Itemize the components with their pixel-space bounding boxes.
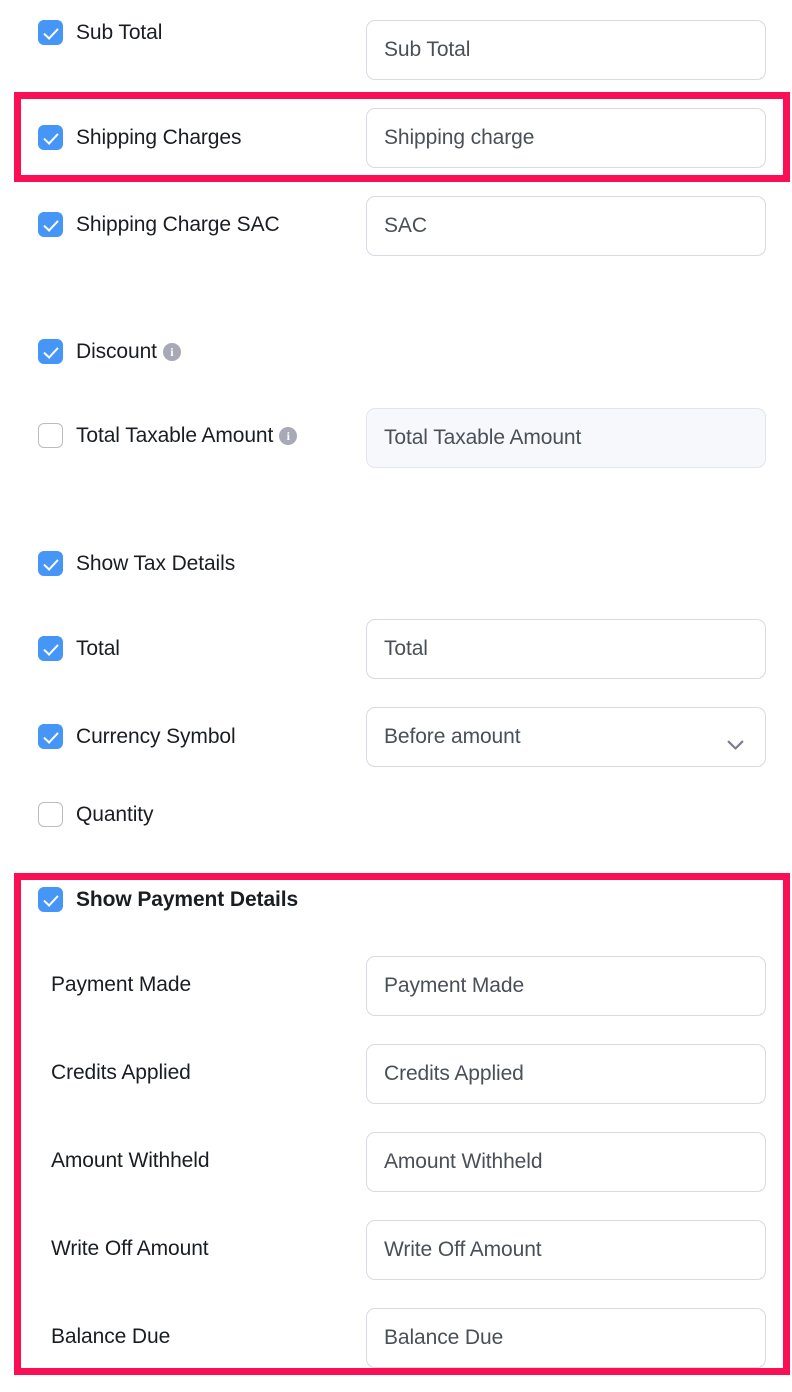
row-label-column: Payment Made <box>0 970 330 1000</box>
select-currency-symbol[interactable]: Before amount <box>366 707 766 767</box>
checkbox-total[interactable] <box>38 636 63 661</box>
row-label-column: Show Tax Details <box>0 549 330 579</box>
label-shipping-charges: Shipping Charges <box>76 126 242 149</box>
field-row-quantity: Quantity <box>0 800 792 830</box>
field-wrap-shipping-charges: Shipping charge <box>366 108 766 168</box>
field-wrap-balance-due: Balance Due <box>366 1308 766 1368</box>
input-placeholder-credits-applied: Credits Applied <box>384 1062 524 1085</box>
row-label-column: Shipping Charges <box>0 123 330 153</box>
input-placeholder-write-off-amount: Write Off Amount <box>384 1238 542 1261</box>
row-label-column: Currency Symbol <box>0 722 330 752</box>
info-icon[interactable]: i <box>162 343 181 361</box>
row-label-column: Shipping Charge SAC <box>0 210 330 240</box>
field-wrap-shipping-charge-sac: SAC <box>366 196 766 256</box>
label-shipping-charge-sac: Shipping Charge SAC <box>76 213 280 236</box>
label-wrap-total-taxable-amount: Total Taxable Amount i <box>76 421 298 451</box>
label-show-tax-details: Show Tax Details <box>76 552 236 575</box>
label-currency-symbol: Currency Symbol <box>76 725 236 748</box>
input-credits-applied[interactable]: Credits Applied <box>366 1044 766 1104</box>
checkbox-show-tax-details[interactable] <box>38 551 63 576</box>
field-row-discount: Discount i <box>0 337 792 367</box>
label-wrap-discount: Discount i <box>76 337 181 367</box>
checkbox-quantity[interactable] <box>38 802 63 827</box>
input-shipping-charge-sac[interactable]: SAC <box>366 196 766 256</box>
row-label-column: Show Payment Details <box>0 885 330 915</box>
field-wrap-credits-applied: Credits Applied <box>366 1044 766 1104</box>
row-label-column: Balance Due <box>0 1322 330 1352</box>
label-show-payment-details: Show Payment Details <box>76 888 299 911</box>
row-label-column: Discount i <box>0 337 330 367</box>
checkbox-shipping-charges[interactable] <box>38 125 63 150</box>
row-label-column: Total <box>0 634 330 664</box>
select-value-currency-symbol: Before amount <box>384 725 521 748</box>
label-amount-withheld: Amount Withheld <box>51 1149 210 1172</box>
label-write-off-amount: Write Off Amount <box>51 1237 209 1260</box>
input-total-taxable-amount: Total Taxable Amount <box>366 408 766 468</box>
input-placeholder-total-taxable-amount: Total Taxable Amount <box>384 426 582 449</box>
row-label-column: Total Taxable Amount i <box>0 421 330 451</box>
label-total-taxable-amount: Total Taxable Amount <box>76 424 274 447</box>
input-write-off-amount[interactable]: Write Off Amount <box>366 1220 766 1280</box>
checkbox-total-taxable-amount[interactable] <box>38 423 63 448</box>
checkbox-shipping-charge-sac[interactable] <box>38 212 63 237</box>
field-wrap-write-off-amount: Write Off Amount <box>366 1220 766 1280</box>
label-total: Total <box>76 637 120 660</box>
settings-fields-panel: Sub Total Sub Total Shipping Charges Shippi… <box>0 0 792 1392</box>
checkbox-sub-total[interactable] <box>38 20 63 45</box>
input-shipping-charges[interactable]: Shipping charge <box>366 108 766 168</box>
label-sub-total: Sub Total <box>76 21 163 44</box>
input-sub-total[interactable]: Sub Total <box>366 20 766 80</box>
input-placeholder-payment-made: Payment Made <box>384 974 525 997</box>
input-placeholder-sub-total: Sub Total <box>384 38 471 61</box>
field-row-show-tax-details: Show Tax Details <box>0 549 792 579</box>
row-label-column: Sub Total <box>0 18 330 48</box>
input-placeholder-shipping-charge-sac: SAC <box>384 214 427 237</box>
label-quantity: Quantity <box>76 803 154 826</box>
label-payment-made: Payment Made <box>51 973 192 996</box>
field-wrap-payment-made: Payment Made <box>366 956 766 1016</box>
field-wrap-currency-symbol: Before amount <box>366 707 766 767</box>
field-wrap-sub-total: Sub Total <box>366 20 766 80</box>
input-placeholder-balance-due: Balance Due <box>384 1326 504 1349</box>
input-balance-due[interactable]: Balance Due <box>366 1308 766 1368</box>
row-label-column: Write Off Amount <box>0 1234 330 1264</box>
checkbox-discount[interactable] <box>38 339 63 364</box>
input-payment-made[interactable]: Payment Made <box>366 956 766 1016</box>
highlight-payment-details <box>14 873 790 1375</box>
info-icon[interactable]: i <box>279 427 298 445</box>
label-discount: Discount <box>76 340 157 363</box>
row-label-column: Credits Applied <box>0 1058 330 1088</box>
checkbox-currency-symbol[interactable] <box>38 724 63 749</box>
field-wrap-amount-withheld: Amount Withheld <box>366 1132 766 1192</box>
label-balance-due: Balance Due <box>51 1325 171 1348</box>
chevron-down-icon[interactable] <box>727 732 744 750</box>
input-placeholder-total: Total <box>384 637 428 660</box>
label-credits-applied: Credits Applied <box>51 1061 191 1084</box>
row-label-column: Amount Withheld <box>0 1146 330 1176</box>
field-row-show-payment-details: Show Payment Details <box>0 885 792 915</box>
row-label-column: Quantity <box>0 800 330 830</box>
field-wrap-total-taxable-amount: Total Taxable Amount <box>366 408 766 468</box>
input-placeholder-amount-withheld: Amount Withheld <box>384 1150 543 1173</box>
input-placeholder-shipping-charges: Shipping charge <box>384 126 535 149</box>
input-amount-withheld[interactable]: Amount Withheld <box>366 1132 766 1192</box>
field-wrap-total: Total <box>366 619 766 679</box>
checkbox-show-payment-details[interactable] <box>38 887 63 912</box>
input-total[interactable]: Total <box>366 619 766 679</box>
